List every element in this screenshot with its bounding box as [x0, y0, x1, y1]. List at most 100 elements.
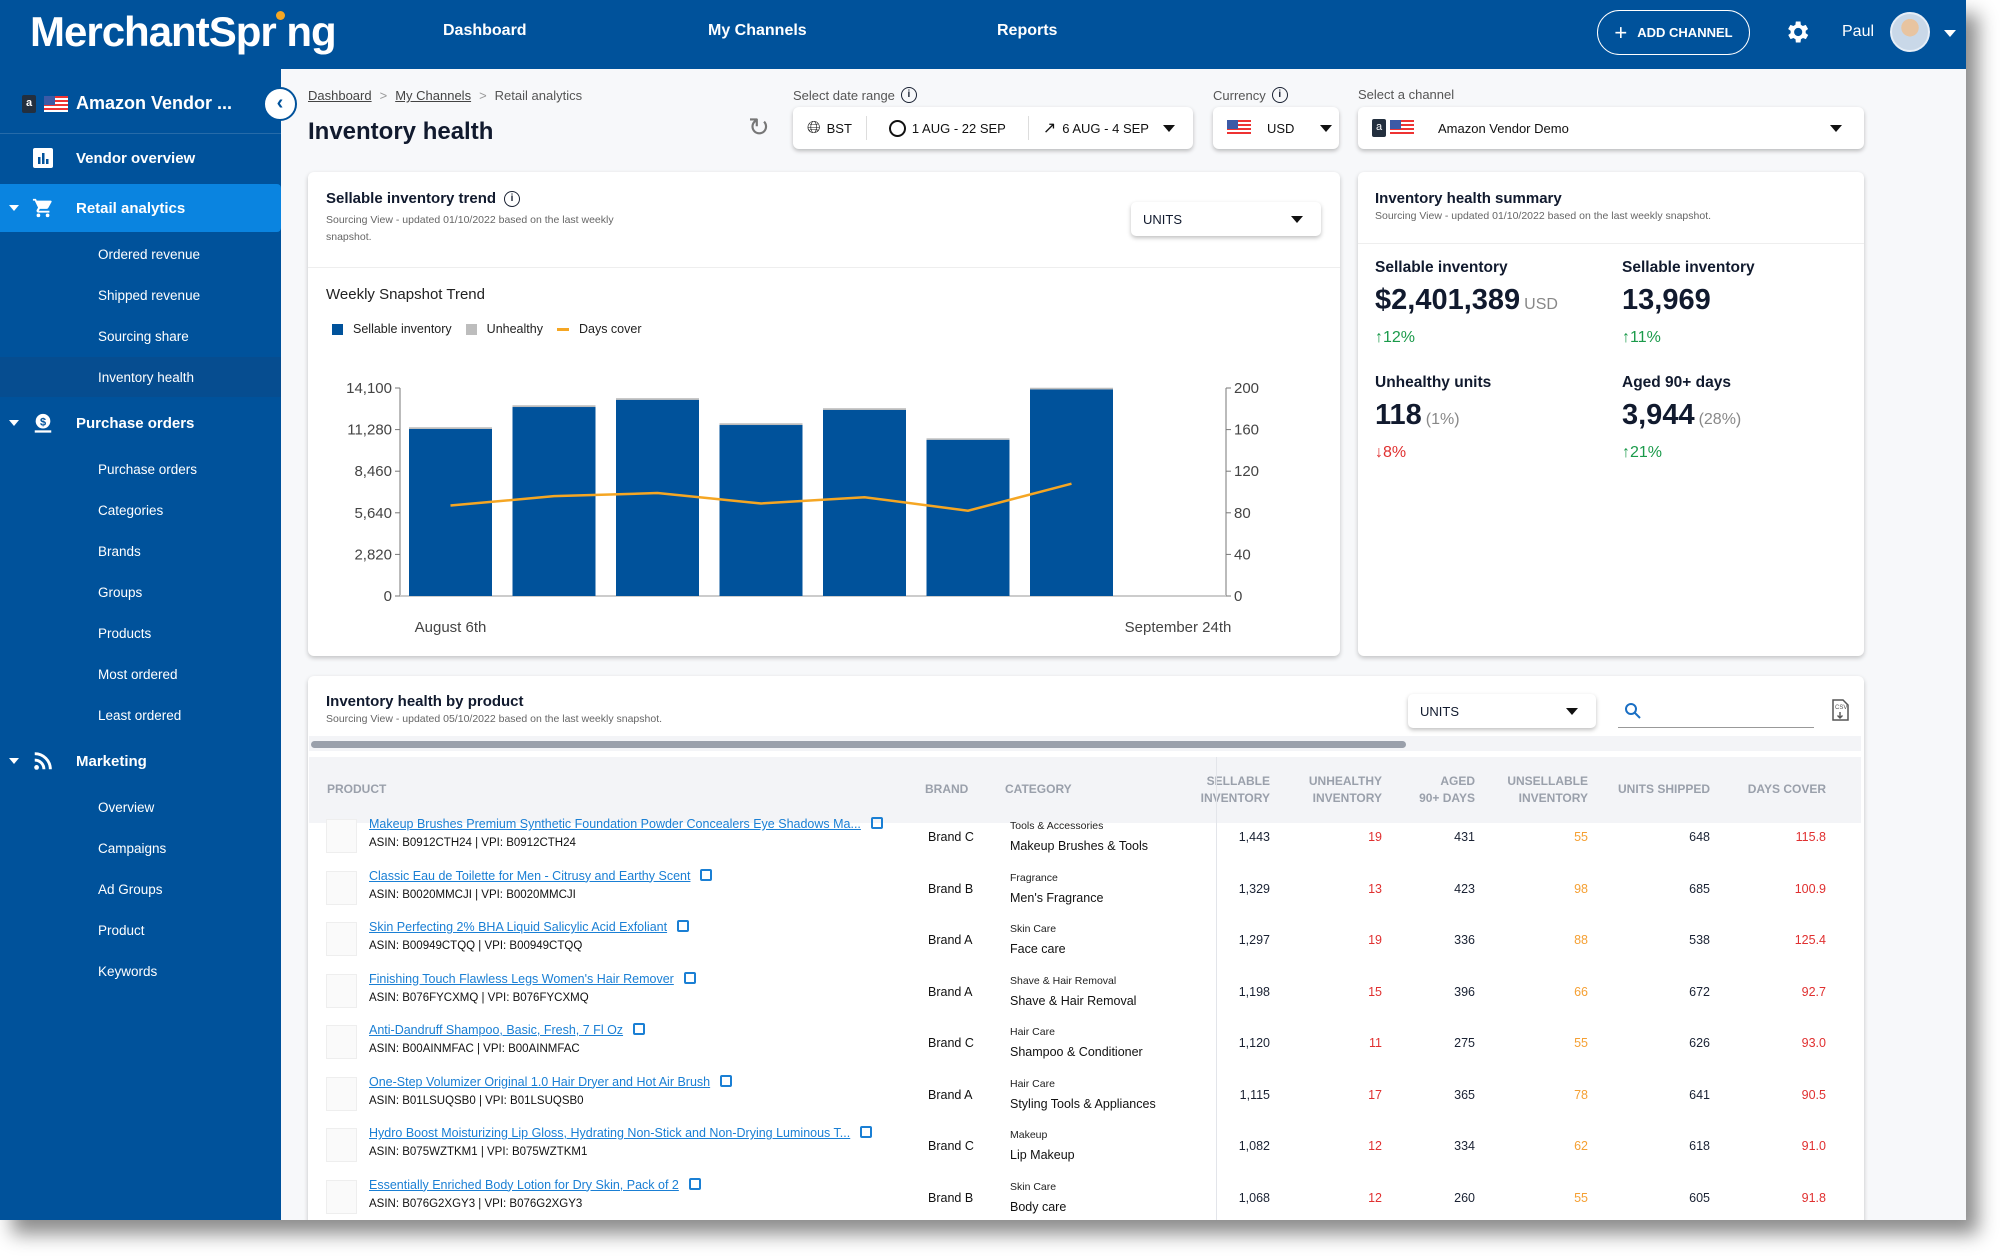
bar-unhealthy [409, 427, 492, 430]
breadcrumb-my-channels[interactable]: My Channels [395, 88, 471, 103]
sidebar-item-products[interactable]: Products [0, 613, 281, 653]
nav-my-channels[interactable]: My Channels [708, 22, 807, 40]
sidebar-item-label: Keywords [98, 963, 158, 979]
merchantspring-logo[interactable]: MerchantSpr ng [30, 8, 337, 56]
sidebar-item-least-ordered[interactable]: Least ordered [0, 695, 281, 735]
sidebar-item-vendor-overview[interactable]: Vendor overview [0, 134, 281, 182]
chevron-right-icon: > [379, 88, 388, 103]
sidebar-item-label: Most ordered [98, 666, 178, 682]
weekly-snapshot-chart: 0 2,820 5,640 8,460 11,280 14,100 0 40 80 120 160 2… [346, 380, 1259, 636]
sidebar-item-purchase-orders-list[interactable]: Purchase orders [0, 449, 281, 489]
sidebar-item-label: Shipped revenue [98, 287, 201, 303]
sidebar-item-purchase-orders[interactable]: $ Purchase orders [0, 399, 281, 447]
chevron-down-icon [1830, 125, 1842, 132]
inventory-health-summary-card: Inventory health summary Sourcing View -… [1358, 172, 1864, 656]
collapse-sidebar-button[interactable]: ‹ [263, 87, 297, 121]
nav-dashboard[interactable]: Dashboard [443, 22, 527, 40]
arrow-up-icon: ↑ [1622, 444, 1630, 461]
kpi-value-number: 13,969 [1622, 284, 1711, 316]
sidebar-item-retail-analytics[interactable]: Retail analytics [0, 184, 281, 232]
info-icon[interactable]: i [900, 87, 917, 103]
page-title: Inventory health [308, 118, 494, 145]
kpi-label: Sellable inventory [1375, 259, 1508, 276]
sidebar-item-ordered-revenue[interactable]: Ordered revenue [0, 234, 281, 274]
sidebar: a Amazon Vendor ... Vendor overview Retai… [0, 69, 281, 1220]
chevron-down-icon [1162, 124, 1175, 132]
chevron-right-icon: > [479, 88, 487, 103]
table-subtitle: Sourcing View - updated 05/10/2022 based… [326, 713, 663, 725]
us-flag-icon [1227, 120, 1251, 136]
kpi-change-value: 11% [1630, 329, 1661, 346]
bar-sellable [823, 409, 906, 596]
sidebar-item-label: Vendor overview [76, 149, 196, 167]
sidebar-item-inventory-health[interactable]: Inventory health [0, 357, 281, 397]
avatar[interactable] [1890, 12, 1930, 52]
right-axis-tick-label: 40 [1234, 546, 1251, 563]
date-range-value: 1 AUG - 22 SEP [911, 120, 1006, 136]
bar-unhealthy [823, 408, 906, 410]
sidebar-item-campaigns[interactable]: Campaigns [0, 828, 281, 868]
sidebar-channel[interactable]: a Amazon Vendor ... [22, 93, 232, 114]
export-csv-icon[interactable]: CSV [1829, 698, 1851, 722]
arrow-up-icon: ↑ [1622, 329, 1630, 346]
money-bag-icon: $ [34, 413, 52, 433]
currency-selector[interactable]: USD [1213, 107, 1339, 149]
bar-sellable [926, 439, 1010, 596]
currency-field[interactable]: USD [1213, 107, 1346, 149]
right-axis-tick-label: 160 [1234, 422, 1259, 439]
plus-icon: + [1614, 19, 1628, 45]
sidebar-item-sourcing-share[interactable]: Sourcing share [0, 316, 281, 356]
table-units-dropdown[interactable]: UNITS [1408, 694, 1596, 728]
user-menu-caret-icon[interactable] [1944, 30, 1956, 37]
kpi-change-value: 12% [1383, 329, 1416, 346]
sidebar-item-overview[interactable]: Overview [0, 787, 281, 827]
sidebar-item-keywords[interactable]: Keywords [0, 951, 281, 991]
compare-range-field[interactable]: ↗ 6 AUG - 4 SEP [1029, 107, 1189, 149]
sidebar-item-label: Campaigns [98, 840, 167, 856]
currency-label-text: Currency [1213, 87, 1266, 103]
clock-icon [888, 119, 906, 137]
arrow-up-icon: ↑ [1375, 329, 1383, 346]
add-channel-label: ADD CHANNEL [1637, 25, 1733, 40]
sidebar-item-marketing[interactable]: Marketing [0, 737, 281, 785]
chevron-down-icon [1566, 708, 1578, 715]
info-icon[interactable]: i [1271, 87, 1288, 103]
sidebar-item-product[interactable]: Product [0, 910, 281, 950]
channel-label-text: Select a channel [1358, 87, 1455, 102]
left-axis-tick-label: 14,100 [346, 380, 392, 397]
kpi-change: ↑11% [1622, 329, 1661, 347]
user-name[interactable]: Paul [1842, 23, 1874, 41]
kpi-unit: USD [1524, 296, 1558, 313]
refresh-icon[interactable]: ↻ [748, 112, 770, 143]
date-range-field[interactable]: 1 AUG - 22 SEP [867, 107, 1028, 149]
sidebar-item-label: Ordered revenue [98, 246, 201, 262]
sidebar-item-categories[interactable]: Categories [0, 490, 281, 530]
breadcrumb-dashboard[interactable]: Dashboard [308, 88, 372, 103]
sidebar-item-ad-groups[interactable]: Ad Groups [0, 869, 281, 909]
expand-caret-icon [9, 758, 19, 764]
table-search-input[interactable] [1618, 694, 1814, 728]
x-axis-label-start: August 6th [415, 619, 487, 636]
app-window: MerchantSpr ng Dashboard My Channels Rep… [0, 0, 1966, 1220]
left-axis-tick-label: 11,280 [347, 422, 392, 439]
bar-sellable [719, 425, 803, 596]
sidebar-item-shipped-revenue[interactable]: Shipped revenue [0, 275, 281, 315]
channel-field[interactable]: a Amazon Vendor Demo [1358, 107, 1583, 149]
add-channel-button[interactable]: + ADD CHANNEL [1597, 10, 1750, 55]
sidebar-item-brands[interactable]: Brands [0, 531, 281, 571]
timezone-selector[interactable]: 🌐︎ BST [793, 107, 866, 149]
date-range-selector[interactable]: 🌐︎ BST 1 AUG - 22 SEP ↗ 6 AUG - 4 SEP [793, 107, 1193, 149]
table-title: Inventory health by product [326, 693, 524, 710]
rss-icon [34, 752, 52, 770]
sidebar-item-most-ordered[interactable]: Most ordered [0, 654, 281, 694]
svg-text:$: $ [40, 416, 46, 428]
bar-unhealthy [512, 405, 596, 408]
gear-icon[interactable] [1783, 18, 1811, 46]
cart-icon [32, 198, 52, 218]
nav-reports[interactable]: Reports [997, 22, 1057, 40]
sidebar-item-groups[interactable]: Groups [0, 572, 281, 612]
horizontal-scrollbar[interactable] [311, 741, 1406, 748]
bar-unhealthy [1030, 387, 1113, 390]
left-axis-tick-label: 8,460 [354, 463, 392, 480]
channel-selector[interactable]: a Amazon Vendor Demo [1358, 107, 1864, 149]
